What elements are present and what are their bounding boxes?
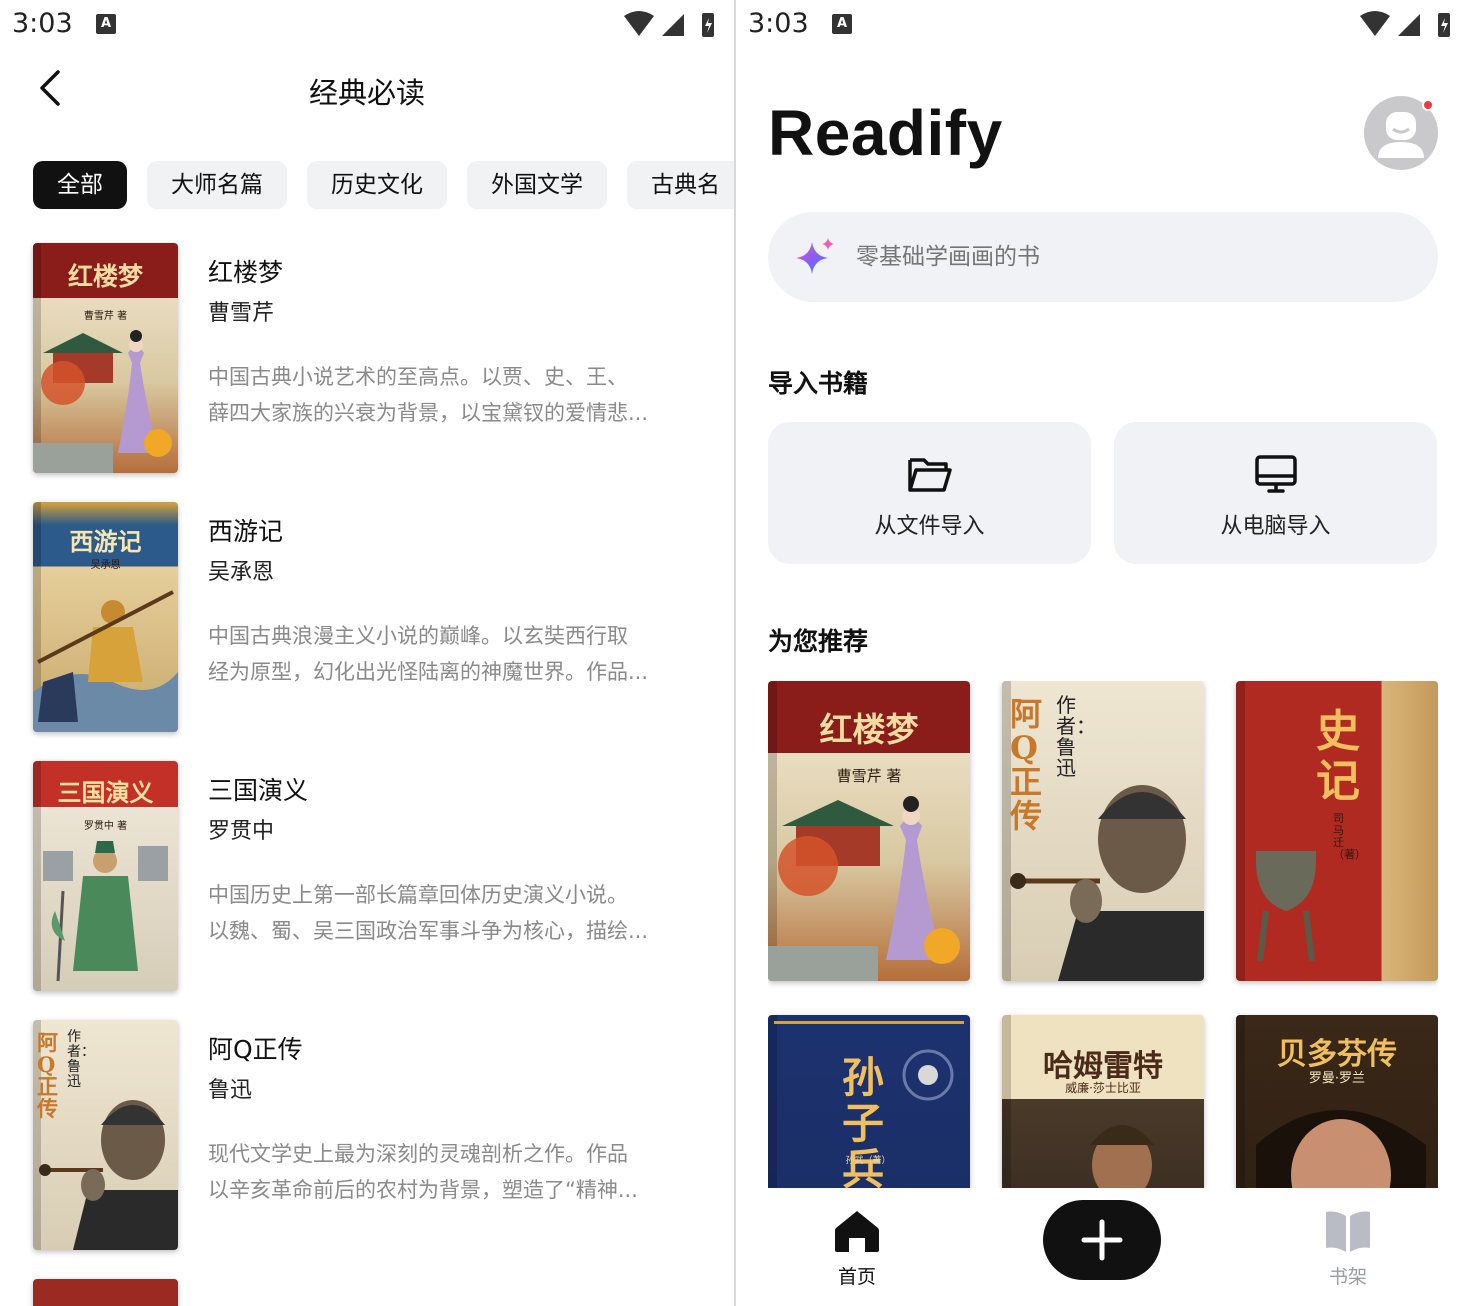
book-description: 中国历史上第一部长篇章回体历史演义小说。 以魏、蜀、吴三国政治军事斗争为核心，描绘… (208, 883, 649, 943)
book-icon (1326, 1211, 1370, 1252)
list-item[interactable]: 三国演义 罗贯中 著 三国演义 罗贯中 中国历史上第一部长篇章回体历史演义小说。… (33, 761, 734, 1020)
nav-shelf[interactable]: 书架 (1298, 1208, 1398, 1289)
book-cover[interactable]: 三国演义 罗贯中 著 (33, 761, 178, 991)
import-pc-button[interactable]: 从电脑导入 (1114, 422, 1437, 564)
book-title: 阿Q正传 (208, 1035, 303, 1064)
bottom-nav: 首页 书架 (736, 1188, 1470, 1306)
import-file-button[interactable]: 从文件导入 (768, 422, 1091, 564)
status-bar: 3:03 A (736, 0, 1470, 50)
recommended-book[interactable]: 孙子兵 孙武（著） (768, 1015, 970, 1189)
book-author: 曹雪芹 (208, 301, 275, 326)
signal-battery-icons (624, 11, 714, 37)
category-chips: 全部 大师名篇 历史文化 外国文学 古典名 (33, 161, 734, 211)
recommended-book[interactable]: 红楼梦 曹雪芹 著 (768, 681, 970, 981)
nav-home[interactable]: 首页 (807, 1208, 907, 1289)
nav-home-label: 首页 (837, 1266, 876, 1288)
add-button[interactable] (1043, 1200, 1161, 1280)
recommendation-grid: 红楼梦 曹雪芹 著 阿Q正传 作者：鲁迅 史记 司马迁（著） 孙子兵 孙武（著）… (768, 681, 1438, 1189)
book-title: 三国演义 (208, 776, 309, 805)
book-description: 现代文学史上最为深刻的灵魂剖析之作。作品 以辛亥革命前后的农村为背景，塑造了“精神… (208, 1142, 638, 1202)
recommended-book[interactable]: 哈姆雷特 威廉·莎士比亚 (1002, 1015, 1204, 1189)
book-description: 中国古典小说艺术的至高点。以贾、史、王、 薛四大家族的兴衰为背景，以宝黛钗的爱情悲… (208, 365, 649, 425)
cover-illustration (33, 590, 178, 732)
book-list: 红楼梦 曹雪芹 著 红楼梦 曹雪芹 中国古典小说艺术的至高点。以贾、史、王、 薛四… (33, 243, 734, 1306)
chip-foreign[interactable]: 外国文学 (467, 161, 607, 209)
cover-illustration (1256, 851, 1316, 962)
chip-all[interactable]: 全部 (33, 161, 127, 209)
signal-battery-icons (1360, 11, 1450, 37)
book-author: 吴承恩 (208, 560, 275, 585)
plus-icon (1081, 1219, 1123, 1261)
search-input[interactable] (856, 212, 1396, 302)
notification-icon: A (832, 14, 852, 34)
book-cover[interactable]: 阿Q正传 作者：鲁迅 (33, 1020, 178, 1250)
book-cover[interactable] (33, 1279, 178, 1306)
recommended-book[interactable]: 贝多芬传 罗曼·罗兰 (1236, 1015, 1438, 1189)
list-item[interactable]: 阿Q正传 作者：鲁迅 阿Q正传 鲁迅 现代文学史上最为深刻的灵魂剖析之作。作品以… (33, 1020, 734, 1279)
book-author: 鲁迅 (208, 1078, 253, 1103)
book-list-screen: 3:03 A 经典必读 全部 大师名篇 历史文化 外国文学 古典名 红楼梦 曹雪芹 著 (0, 0, 734, 1306)
book-author: 罗贯中 (208, 819, 275, 844)
cover-illustration (1010, 785, 1204, 981)
recommended-book[interactable]: 史记 司马迁（著） (1236, 681, 1438, 981)
book-cover[interactable]: 西游记 吴承恩 (33, 502, 178, 732)
recommended-book[interactable]: 阿Q正传 作者：鲁迅 (1002, 681, 1204, 981)
page-title: 经典必读 (308, 76, 425, 110)
search-bar[interactable] (768, 212, 1438, 302)
cover-illustration (902, 1049, 954, 1101)
import-pc-label: 从电脑导入 (1220, 514, 1331, 539)
notification-icon: A (96, 14, 116, 34)
cover-illustration (768, 796, 960, 981)
monitor-icon (1255, 455, 1297, 493)
chip-classical[interactable]: 古典名 (627, 161, 734, 209)
section-title-import: 导入书籍 (768, 369, 869, 398)
section-title-recommend: 为您推荐 (768, 627, 869, 656)
import-file-label: 从文件导入 (874, 514, 985, 539)
status-time: 3:03 (748, 8, 809, 39)
cover-illustration (39, 1100, 178, 1250)
book-cover[interactable]: 红楼梦 曹雪芹 著 (33, 243, 178, 473)
app-brand: Readify (768, 97, 1003, 169)
status-bar: 3:03 A (0, 0, 734, 50)
list-item[interactable]: 红楼梦 曹雪芹 著 红楼梦 曹雪芹 中国古典小说艺术的至高点。以贾、史、王、 薛四… (33, 243, 734, 502)
folder-icon (908, 458, 952, 492)
cover-illustration (1090, 1125, 1154, 1189)
cover-illustration (33, 330, 172, 473)
book-title: 西游记 (208, 517, 284, 546)
chip-masters[interactable]: 大师名篇 (147, 161, 287, 209)
book-description: 中国古典浪漫主义小说的巅峰。以玄奘西行取 经为原型，幻化出光怪陆离的神魔世界。作品… (208, 624, 649, 684)
cover-illustration (1256, 1110, 1426, 1189)
home-icon (835, 1211, 879, 1252)
chip-history[interactable]: 历史文化 (307, 161, 447, 209)
sparkle-icon (796, 238, 834, 274)
status-time: 3:03 (12, 8, 73, 39)
book-title: 红楼梦 (208, 258, 284, 287)
cover-illustration (43, 841, 168, 982)
notification-dot (1422, 99, 1434, 111)
list-item[interactable]: 西游记 吴承恩 西游记 吴承恩 中国古典浪漫主义小说的巅峰。以玄奘西行取 经为原型… (33, 502, 734, 761)
nav-shelf-label: 书架 (1328, 1266, 1367, 1288)
list-item[interactable] (33, 1279, 734, 1306)
home-screen: 3:03 A Readify 导入书籍 从文件导入 (736, 0, 1470, 1306)
